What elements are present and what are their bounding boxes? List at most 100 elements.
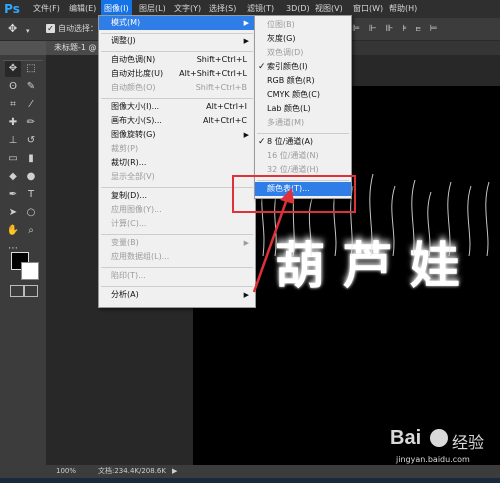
menu-item-label: 图像大小(I)...	[111, 102, 160, 111]
menu-item[interactable]: 计算(C)...	[99, 217, 255, 231]
quick-mask-icon[interactable]	[10, 285, 24, 297]
menu-item[interactable]: 裁剪(P)	[99, 142, 255, 156]
menubar-item-1[interactable]: 编辑(E)	[66, 0, 99, 18]
menu-item[interactable]: 多通道(M)	[255, 116, 351, 130]
menu-item[interactable]: 模式(M) ▶	[99, 16, 255, 30]
menu-item-label: 自动对比度(U)	[111, 69, 164, 78]
menu-item-shortcut: Alt+Shift+Ctrl+L	[179, 69, 247, 78]
menu-item-shortcut: Shift+Ctrl+B	[195, 83, 247, 92]
eraser-tool-icon[interactable]: ▭	[5, 151, 21, 167]
dodge-tool-icon[interactable]: ●	[23, 169, 39, 185]
menu-item-label: 分析(A)	[111, 290, 139, 299]
menu-item[interactable]: ✓ 8 位/通道(A)	[255, 135, 351, 149]
menu-item-label: Lab 颜色(L)	[267, 104, 311, 113]
menubar-item-0[interactable]: 文件(F)	[30, 0, 63, 18]
menu-item[interactable]: RGB 颜色(R)	[255, 74, 351, 88]
type-tool-icon[interactable]: T	[23, 187, 39, 203]
submenu-arrow-icon: ▶	[243, 37, 249, 45]
lasso-tool-icon[interactable]: ʘ	[5, 79, 21, 95]
crop-tool-icon[interactable]: ⌗	[5, 97, 21, 113]
screen-mode-icon[interactable]	[24, 285, 38, 297]
checkmark-icon: ✓	[258, 62, 266, 72]
gradient-tool-icon[interactable]: ▮	[23, 151, 39, 167]
menu-item[interactable]: Lab 颜色(L)	[255, 102, 351, 116]
menu-item[interactable]: 16 位/通道(N)	[255, 149, 351, 163]
path-select-icon[interactable]: ➤	[5, 205, 21, 221]
pen-tool-icon[interactable]: ✒	[5, 187, 21, 203]
tools-panel: ✥ ⬚ ʘ ✎ ⌗ ⁄ ✚ ✏ ⊥ ↺ ▭ ▮ ◆ ● ✒ T ➤ ○ ✋ ⌕ ⋯	[0, 55, 47, 478]
menu-item-label: 自动色调(N)	[111, 55, 156, 64]
checkmark-icon: ✓	[258, 137, 266, 147]
photoshop-logo: Ps	[4, 2, 20, 16]
submenu-arrow-icon: ▶	[243, 19, 249, 27]
taskbar	[0, 478, 500, 483]
magic-wand-icon[interactable]: ✎	[23, 79, 39, 95]
menu-item-label: 自动颜色(O)	[111, 83, 156, 92]
menu-separator	[101, 51, 253, 52]
menu-item[interactable]: 自动颜色(O) Shift+Ctrl+B	[99, 81, 255, 95]
menu-item[interactable]: 应用数据组(L)...	[99, 250, 255, 264]
menu-item-label: 裁剪(P)	[111, 144, 139, 153]
menu-item[interactable]: 自动对比度(U) Alt+Shift+Ctrl+L	[99, 67, 255, 81]
status-arrow-icon[interactable]: ▶	[172, 465, 177, 478]
menu-item-label: RGB 颜色(R)	[267, 76, 315, 85]
menu-item-shortcut: Alt+Ctrl+I	[206, 102, 247, 111]
menu-separator	[101, 98, 253, 99]
history-brush-icon[interactable]: ↺	[23, 133, 39, 149]
menu-item-label: 灰度(G)	[267, 34, 296, 43]
zoom-level[interactable]: 100%	[56, 465, 76, 478]
menu-item-label: 调整(J)	[111, 36, 136, 45]
menu-item[interactable]: 分析(A) ▶	[99, 288, 255, 302]
menu-item-label: CMYK 颜色(C)	[267, 90, 320, 99]
menu-item[interactable]: 陷印(T)...	[99, 269, 255, 283]
menu-item[interactable]: 位图(B)	[255, 18, 351, 32]
baidu-watermark: Bai 经验 jingyan.baidu.com	[382, 425, 500, 470]
menu-item-label: 计算(C)...	[111, 219, 147, 228]
menu-item[interactable]: 灰度(G)	[255, 32, 351, 46]
submenu-arrow-icon: ▶	[243, 131, 249, 139]
move-tool-icon[interactable]: ✥	[5, 61, 21, 77]
menu-item[interactable]: 图像大小(I)... Alt+Ctrl+I	[99, 100, 255, 114]
image-menu: 模式(M) ▶ 调整(J) ▶ 自动色调(N) Shift+Ctrl+L 自动对比度(U) A…	[98, 15, 256, 308]
menu-item-label: 图像旋转(G)	[111, 130, 156, 139]
watermark-url: jingyan.baidu.com	[396, 455, 470, 464]
blur-tool-icon[interactable]: ◆	[5, 169, 21, 185]
menu-item[interactable]: 裁切(R)...	[99, 156, 255, 170]
menu-item-label: 显示全部(V)	[111, 172, 155, 181]
menu-item[interactable]: 调整(J) ▶	[99, 34, 255, 48]
menu-item[interactable]: 变量(B) ▶	[99, 236, 255, 250]
menu-item-label: 陷印(T)...	[111, 271, 146, 280]
menu-item[interactable]: 双色调(D)	[255, 46, 351, 60]
menu-separator	[101, 267, 253, 268]
menu-item[interactable]: 画布大小(S)... Alt+Ctrl+C	[99, 114, 255, 128]
menu-item-label: 应用数据组(L)...	[111, 252, 170, 261]
hand-tool-icon[interactable]: ✋	[5, 223, 21, 239]
background-color-swatch[interactable]	[21, 262, 39, 280]
dropdown-arrow-icon[interactable]: ▾	[26, 27, 30, 35]
menu-item-label: 双色调(D)	[267, 48, 304, 57]
menu-item-label: 变量(B)	[111, 238, 139, 247]
menu-separator	[101, 187, 253, 188]
watermark-brand: Bai	[390, 427, 422, 449]
brush-tool-icon[interactable]: ✏	[23, 115, 39, 131]
align-icons[interactable]: ⊫ ⊩ ⊪ ⊧ ⫢ ⊨	[352, 24, 492, 34]
menu-item[interactable]: ✓ 索引颜色(I)	[255, 60, 351, 74]
watermark-brand-suffix: 经验	[452, 433, 485, 452]
auto-select-checkbox[interactable]: ✓	[46, 24, 55, 33]
eyedropper-icon[interactable]: ⁄	[23, 97, 39, 113]
menubar-item-10[interactable]: 帮助(H)	[386, 0, 420, 18]
menu-separator	[101, 286, 253, 287]
move-tool-icon[interactable]: ✥	[8, 22, 22, 36]
menu-item[interactable]: 自动色调(N) Shift+Ctrl+L	[99, 53, 255, 67]
document-size-info[interactable]: 文档:234.4K/208.6K	[98, 465, 166, 478]
marquee-tool-icon[interactable]: ⬚	[23, 61, 39, 77]
menu-item[interactable]: CMYK 颜色(C)	[255, 88, 351, 102]
menu-item-shortcut: Shift+Ctrl+L	[196, 55, 247, 64]
menu-item[interactable]: 图像旋转(G) ▶	[99, 128, 255, 142]
clone-stamp-icon[interactable]: ⊥	[5, 133, 21, 149]
healing-brush-icon[interactable]: ✚	[5, 115, 21, 131]
shape-tool-icon[interactable]: ○	[23, 205, 39, 221]
menubar-item-9[interactable]: 窗口(W)	[350, 0, 386, 18]
menu-item-label: 复制(D)...	[111, 191, 148, 200]
zoom-tool-icon[interactable]: ⌕	[23, 223, 39, 239]
